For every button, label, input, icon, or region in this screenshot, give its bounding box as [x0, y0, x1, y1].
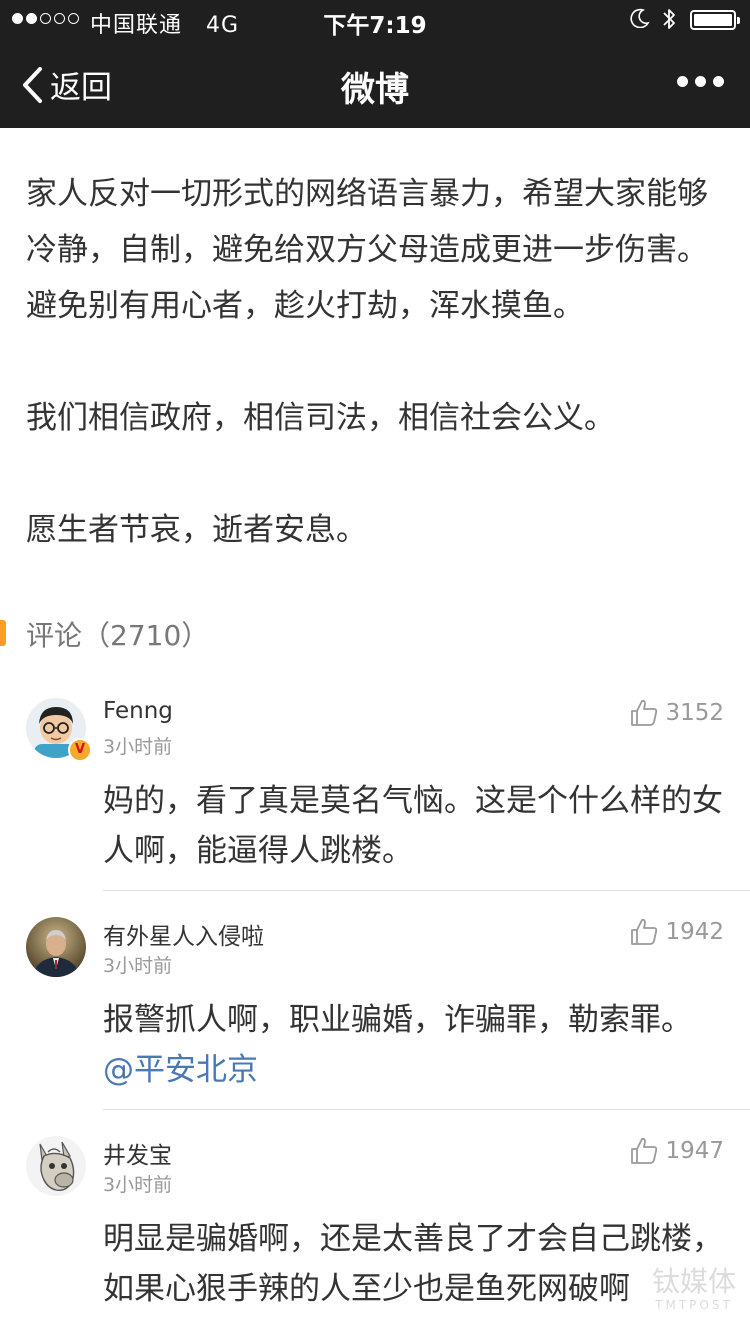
thumbs-up-icon — [631, 699, 658, 726]
status-bar: 中国联通 4G 下午7:19 — [0, 0, 750, 40]
like-button[interactable]: 1947 — [629, 1136, 724, 1166]
page-title: 微博 — [341, 70, 409, 110]
post-paragraph: 家人反对一切形式的网络语言暴力，希望大家能够冷静，自制，避免给双方父母造成更进一… — [26, 176, 708, 324]
do-not-disturb-moon-icon — [630, 8, 650, 28]
section-accent-bar — [0, 620, 6, 646]
post-body: 家人反对一切形式的网络语言暴力，希望大家能够冷静，自制，避免给双方父母造成更进一… — [26, 166, 716, 558]
top-bar: 中国联通 4G 下午7:19 返回 微博 — [0, 0, 750, 128]
battery-level — [694, 14, 732, 26]
comment-time: 3小时前 — [103, 1174, 173, 1196]
comments-header: 评论（2710） — [0, 614, 750, 654]
more-dot-icon — [677, 76, 688, 87]
like-button[interactable]: 3152 — [629, 698, 724, 728]
bluetooth-icon — [663, 9, 675, 29]
comment-username[interactable]: 有外星人入侵啦 — [103, 917, 264, 951]
cartoon-donkey-avatar-icon — [26, 1136, 86, 1196]
avatar[interactable] — [26, 917, 86, 977]
mention-link[interactable]: @平安北京 — [103, 1052, 258, 1088]
thumbs-up-icon — [631, 1137, 658, 1164]
like-button[interactable]: 1942 — [629, 917, 724, 947]
comment-time: 3小时前 — [103, 736, 173, 758]
post-paragraph: 我们相信政府，相信司法，相信社会公义。 — [26, 400, 615, 436]
comment-text: 报警抓人啊，职业骗婚，诈骗罪，勒索罪。 @平安北京 — [103, 995, 723, 1095]
like-count: 1942 — [665, 919, 724, 945]
avatar[interactable]: V — [26, 698, 92, 762]
man-in-suit-avatar-icon — [26, 917, 86, 977]
comment-text: 妈的，看了真是莫名气恼。这是个什么样的女人啊，能逼得人跳楼。 — [103, 783, 723, 869]
avatar[interactable] — [26, 1136, 86, 1196]
comment-divider — [103, 1109, 750, 1110]
comment-username[interactable]: 井发宝 — [103, 1136, 172, 1170]
watermark-title: 钛媒体 — [651, 1265, 736, 1298]
comment-text-body: 报警抓人啊，职业骗婚，诈骗罪，勒索罪。 — [103, 1002, 692, 1038]
battery-icon — [690, 10, 740, 30]
watermark-logo: 钛媒体 TMTPOST — [651, 1265, 736, 1313]
thumbs-up-icon — [631, 918, 658, 945]
comments-count-label: 评论（2710） — [26, 619, 210, 652]
post-paragraph: 愿生者节哀，逝者安息。 — [26, 512, 367, 548]
comment-time: 3小时前 — [103, 955, 173, 977]
comment-divider — [103, 890, 750, 891]
more-dot-icon — [695, 76, 706, 87]
comment-text: 明显是骗婚啊，还是太善良了才会自己跳楼，如果心狠手辣的人至少也是鱼死网破啊 — [103, 1221, 723, 1307]
more-dot-icon — [713, 76, 724, 87]
more-options-button[interactable] — [677, 76, 724, 87]
comment-username[interactable]: Fenng — [103, 698, 173, 724]
like-count: 3152 — [665, 700, 724, 726]
watermark-subtitle: TMTPOST — [655, 1298, 733, 1312]
verified-badge-icon: V — [68, 738, 92, 762]
like-count: 1947 — [665, 1138, 724, 1164]
navigation-bar: 返回 微博 — [0, 40, 750, 128]
